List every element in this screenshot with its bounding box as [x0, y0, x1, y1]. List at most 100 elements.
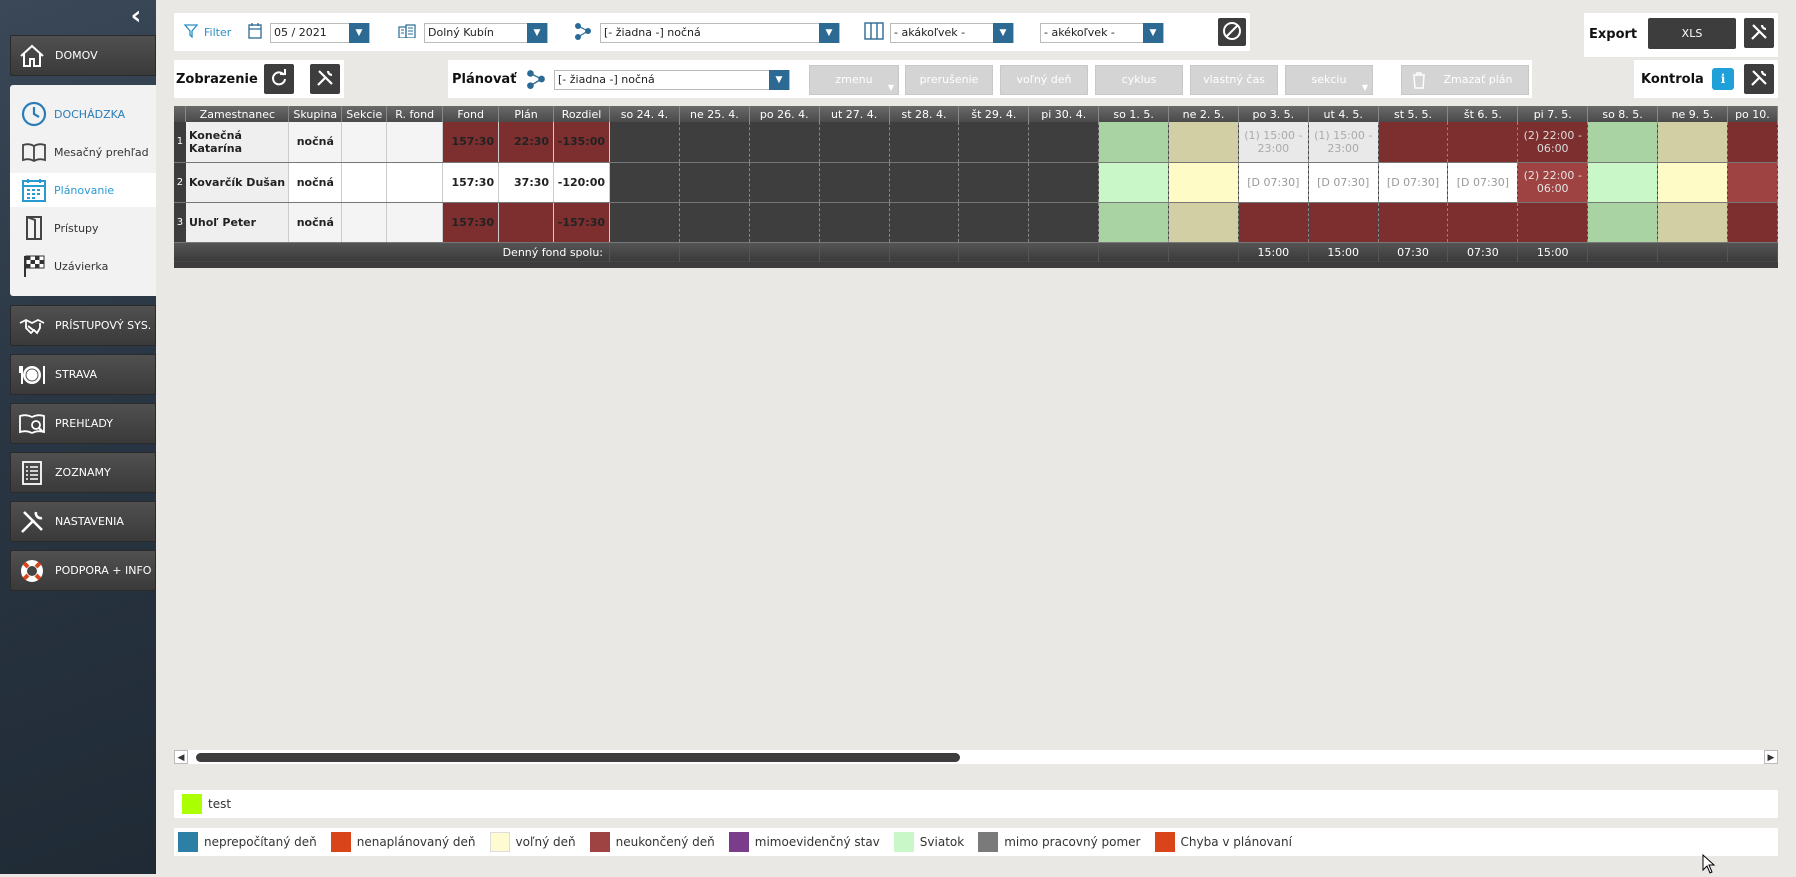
- employee-name[interactable]: Konečná Katarína: [185, 122, 290, 163]
- day-cell[interactable]: [1028, 122, 1100, 163]
- column-header-plan[interactable]: Plán: [498, 106, 555, 122]
- day-cell[interactable]: (2) 22:00 - 06:00: [1517, 122, 1589, 163]
- horizontal-scrollbar[interactable]: ◀ ▶: [174, 750, 1778, 764]
- sidebar-item-prehlady[interactable]: PREHĽADY: [10, 403, 156, 444]
- day-cell[interactable]: [1657, 122, 1728, 163]
- clear-filter-button[interactable]: [1218, 18, 1246, 46]
- custom-time-button[interactable]: vlastný čas: [1190, 65, 1278, 95]
- day-cell[interactable]: [749, 202, 820, 243]
- day-cell[interactable]: (1) 15:00 - 23:00: [1308, 122, 1379, 163]
- day-cell[interactable]: [609, 202, 680, 243]
- day-cell[interactable]: [609, 162, 680, 203]
- sidebar-item-planovanie[interactable]: Plánovanie: [10, 173, 156, 207]
- sidebar-item-uzavierka[interactable]: Uzávierka: [10, 249, 156, 283]
- day-cell[interactable]: [1238, 202, 1309, 243]
- day-cell[interactable]: [1587, 162, 1658, 203]
- sidebar-item-pristupovy-sys[interactable]: PRÍSTUPOVÝ SYS.: [10, 305, 156, 346]
- day-cell[interactable]: [958, 162, 1030, 203]
- column-header-group[interactable]: Skupina: [288, 106, 343, 122]
- columns-select[interactable]: - akákoľvek - ▼: [890, 23, 1014, 43]
- scrollbar-thumb[interactable]: [196, 753, 960, 762]
- column-header-sections[interactable]: Sekcie: [341, 106, 388, 122]
- day-cell[interactable]: [819, 122, 890, 163]
- delete-plan-button[interactable]: Zmazať plán: [1401, 65, 1529, 95]
- day-cell[interactable]: [1168, 122, 1239, 163]
- filter-icon[interactable]: [183, 24, 199, 41]
- scroll-right-icon[interactable]: ▶: [1764, 750, 1778, 764]
- refresh-button[interactable]: [264, 64, 294, 94]
- sidebar-item-pristupy[interactable]: Prístupy: [10, 211, 156, 245]
- day-cell[interactable]: [889, 202, 960, 243]
- month-select[interactable]: 05 / 2021 ▼: [270, 23, 370, 43]
- other-select[interactable]: - akékoľvek - ▼: [1040, 23, 1164, 43]
- day-cell[interactable]: [1517, 202, 1589, 243]
- sidebar-item-domov[interactable]: DOMOV: [10, 35, 156, 76]
- filter-label[interactable]: Filter: [204, 26, 231, 39]
- plan-shift-button[interactable]: zmenu ▼: [809, 65, 899, 95]
- day-cell[interactable]: [1727, 122, 1778, 163]
- day-cell[interactable]: [1098, 122, 1170, 163]
- day-cell[interactable]: [679, 122, 750, 163]
- day-cell[interactable]: [1587, 202, 1658, 243]
- day-cell[interactable]: (1) 15:00 - 23:00: [1238, 122, 1309, 163]
- day-cell[interactable]: [1587, 122, 1658, 163]
- info-icon[interactable]: i: [1712, 68, 1734, 90]
- chevron-left-icon[interactable]: ‹: [124, 3, 148, 29]
- column-header-diff[interactable]: Rozdiel: [553, 106, 610, 122]
- day-cell[interactable]: [819, 162, 890, 203]
- shift-select[interactable]: [- žiadna -] nočná ▼: [600, 23, 840, 43]
- day-cell[interactable]: [679, 202, 750, 243]
- day-cell[interactable]: [1168, 202, 1239, 243]
- day-cell[interactable]: [1378, 122, 1449, 163]
- view-settings-button[interactable]: [310, 64, 340, 94]
- employee-name[interactable]: Uhoľ Peter: [185, 202, 290, 243]
- day-cell[interactable]: [1447, 202, 1519, 243]
- column-header-r-fond[interactable]: R. fond: [386, 106, 444, 122]
- day-cell[interactable]: [1727, 202, 1778, 243]
- day-cell[interactable]: [1378, 202, 1449, 243]
- day-cell[interactable]: [749, 122, 820, 163]
- day-cell[interactable]: [1657, 202, 1728, 243]
- day-cell[interactable]: [D 07:30]: [1238, 162, 1309, 203]
- column-header-fond[interactable]: Fond: [442, 106, 500, 122]
- xls-button[interactable]: XLS: [1648, 18, 1736, 49]
- day-cell[interactable]: [1727, 162, 1778, 203]
- section-button[interactable]: sekciu ▼: [1285, 65, 1373, 95]
- control-settings-button[interactable]: [1744, 64, 1774, 94]
- sidebar-item-strava[interactable]: STRAVA: [10, 354, 156, 395]
- day-cell[interactable]: (2) 22:00 - 06:00: [1517, 162, 1589, 203]
- employee-name[interactable]: Kovarčík Dušan: [185, 162, 290, 203]
- sidebar-item-zoznamy[interactable]: ZOZNAMY: [10, 452, 156, 493]
- cycle-button[interactable]: cyklus: [1095, 65, 1183, 95]
- day-cell[interactable]: [1657, 162, 1728, 203]
- day-cell[interactable]: [749, 162, 820, 203]
- day-off-button[interactable]: voľný deň: [1000, 65, 1088, 95]
- sidebar-item-nastavenia[interactable]: NASTAVENIA: [10, 501, 156, 542]
- plan-shift-select[interactable]: [- žiadna -] nočná ▼: [554, 70, 790, 90]
- day-cell[interactable]: [1308, 202, 1379, 243]
- export-settings-button[interactable]: [1744, 18, 1774, 48]
- column-header-employee[interactable]: Zamestnanec: [185, 106, 290, 122]
- day-cell[interactable]: [889, 122, 960, 163]
- sidebar-item-mesacny-prehlad[interactable]: Mesačný prehľad: [10, 135, 156, 169]
- day-cell[interactable]: [1028, 202, 1100, 243]
- day-cell[interactable]: [1098, 202, 1170, 243]
- scroll-left-icon[interactable]: ◀: [174, 750, 188, 764]
- day-cell[interactable]: [679, 162, 750, 203]
- interruption-button[interactable]: prerušenie: [905, 65, 993, 95]
- day-cell[interactable]: [D 07:30]: [1447, 162, 1519, 203]
- day-cell[interactable]: [1028, 162, 1100, 203]
- day-cell[interactable]: [D 07:30]: [1308, 162, 1379, 203]
- day-cell[interactable]: [D 07:30]: [1378, 162, 1449, 203]
- day-cell[interactable]: [1447, 122, 1519, 163]
- location-select[interactable]: Dolný Kubín ▼: [424, 23, 548, 43]
- sidebar-item-dochadzka[interactable]: DOCHÁDZKA: [10, 97, 156, 131]
- day-cell[interactable]: [1168, 162, 1239, 203]
- day-cell[interactable]: [609, 122, 680, 163]
- day-cell[interactable]: [819, 202, 890, 243]
- day-cell[interactable]: [1098, 162, 1170, 203]
- day-cell[interactable]: [958, 122, 1030, 163]
- day-cell[interactable]: [958, 202, 1030, 243]
- sidebar-item-podpora[interactable]: PODPORA + INFO: [10, 550, 156, 591]
- day-cell[interactable]: [889, 162, 960, 203]
